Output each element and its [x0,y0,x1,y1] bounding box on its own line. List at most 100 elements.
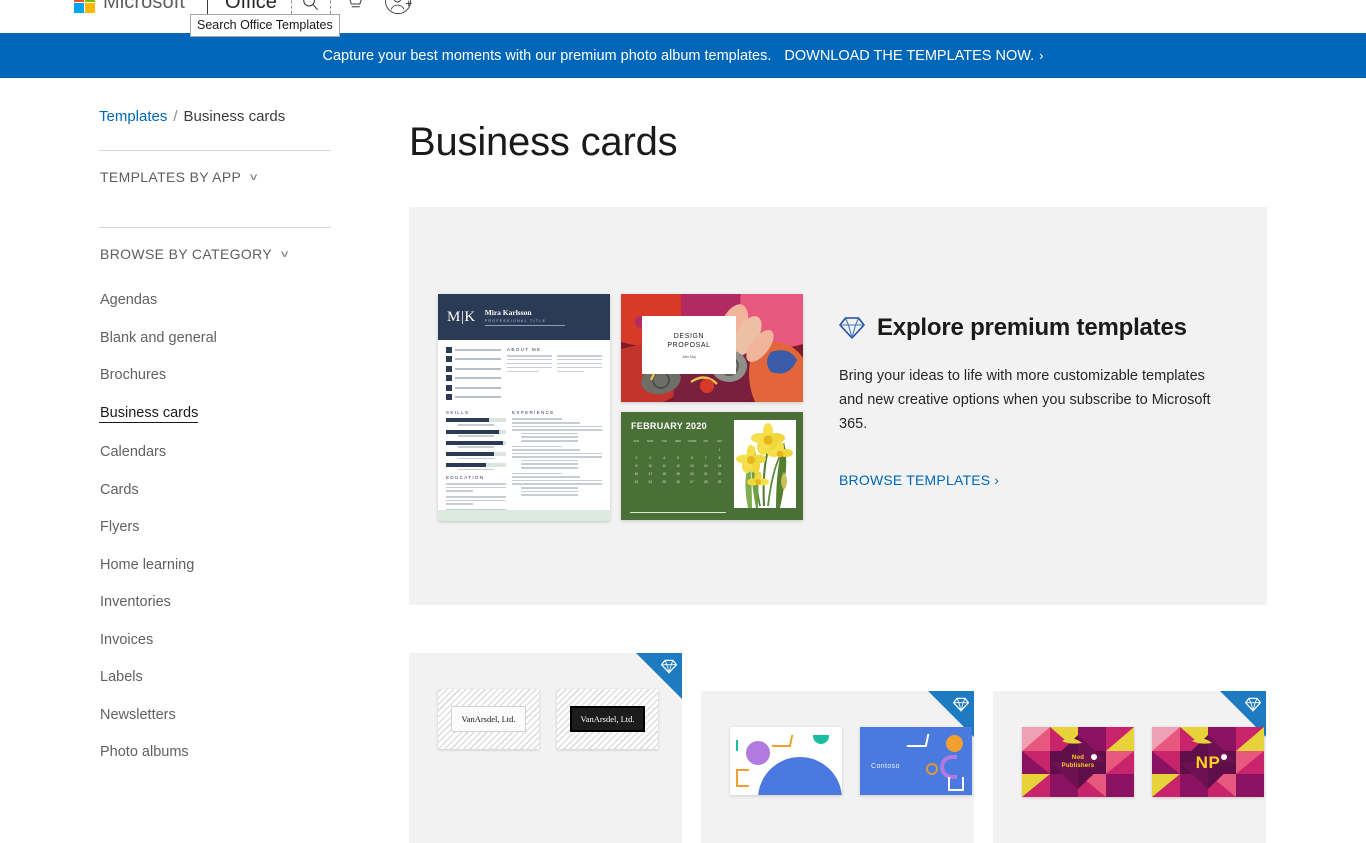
sidebar-item-blank-and-general[interactable]: Blank and general [99,330,217,346]
calendar-date-cell: 3 [649,456,652,460]
promo-banner-message: Capture your best moments with our premi… [322,47,772,64]
diamond-icon [661,659,677,674]
sidebar-item-newsletters[interactable]: Newsletters [99,707,176,723]
sidebar-section-templates-by-app[interactable]: TEMPLATES BY APP ∨ [99,151,331,202]
sidebar-section-browse-by-category-label: BROWSE BY CATEGORY [100,246,273,262]
resume-heading-experience: EXPERIENCE [512,410,555,416]
sidebar-item-agendas[interactable]: Agendas [99,292,157,308]
breadcrumb-root-link[interactable]: Templates [99,108,167,125]
header-divider [207,0,209,15]
calendar-day-label: MON [647,440,654,443]
calendar-date-cell: 28 [703,480,708,484]
office-wordmark[interactable]: Office [225,0,277,14]
resume-rule [484,325,565,326]
account-button[interactable] [379,0,419,22]
calendar-date-cell [644,448,657,452]
daffodil-illustration [734,420,796,508]
calendar-day-label: TUE [661,440,667,443]
browse-templates-label: BROWSE TEMPLATES [839,472,991,488]
breadcrumb-separator: / [173,108,178,125]
calendar-title: FEBRUARY 2020 [631,421,707,431]
business-card-dark: VanArsdel, Ltd. [557,689,658,749]
calendar-date-cell: 27 [690,480,694,484]
design-proposal-line2: PROPOSAL [667,341,711,349]
template-card-contoso[interactable]: Contoso [701,691,974,843]
calendar-date-cell: 15 [717,464,722,468]
calendar-date-cell [699,448,712,452]
resume-header: M|K Mira Karlsson PROFESSIONAL TITLE [438,294,610,340]
contoso-card-blue: Contoso [860,727,972,795]
search-tooltip: Search Office Templates [190,14,340,37]
calendar-date-cell: 29 [717,480,722,484]
sidebar-item-labels[interactable]: Labels [99,669,143,685]
category-list: Agendas Blank and general Brochures Busi… [99,279,331,760]
sidebar-item-invoices[interactable]: Invoices [99,632,153,648]
template-results-grid: VanArsdel, Ltd. VanArsdel, Ltd. Contoso … [409,653,1289,843]
page-title: Business cards [409,120,678,164]
calendar-date-cell: 6 [690,456,693,460]
premium-heading: Explore premium templates [877,314,1187,341]
calendar-day-labels: SUN MON TUE WED THURS FRI SAT [630,440,726,443]
contoso-label: Contoso [871,763,900,770]
breadcrumb-current: Business cards [183,108,286,125]
calendar-date-cell: 18 [662,472,666,476]
resume-body: ABOUT ME [438,340,610,403]
calendar-date-cell: 4 [663,456,666,460]
sidebar-item-business-cards[interactable]: Business cards [99,405,199,423]
resume-initials: M|K [447,308,476,325]
calendar-date-cell: 10 [648,464,653,468]
calendar-date-cell: 23 [634,480,639,484]
premium-thumbnail-group: M|K Mira Karlsson PROFESSIONAL TITLE ABO… [438,294,803,521]
browse-templates-link[interactable]: BROWSE TEMPLATES › [839,472,999,488]
calendar-date-cell: 22 [717,472,722,476]
template-card-nod-publishers[interactable]: Nod Publishers NP [993,691,1266,843]
calendar-date-cell: 1 [718,448,721,452]
resume-thumbnail[interactable]: M|K Mira Karlsson PROFESSIONAL TITLE ABO… [438,294,610,521]
design-proposal-thumbnail[interactable]: DESIGN PROPOSAL Alex Maj [621,294,803,402]
diamond-icon [839,317,865,339]
calendar-thumbnail[interactable]: FEBRUARY 2020 SUN MON TUE WED THURS FRI … [621,412,803,520]
nod-card-wordmark: Nod Publishers [1022,727,1134,797]
design-proposal-line1: DESIGN [673,332,705,340]
resume-about-column: ABOUT ME [501,347,602,403]
calendar-date-cell: 20 [690,472,694,476]
sidebar-item-cards[interactable]: Cards [99,482,139,498]
template-card-vanarsdel[interactable]: VanArsdel, Ltd. VanArsdel, Ltd. [409,653,682,843]
shopping-cart-icon [350,0,363,7]
sidebar-item-home-learning[interactable]: Home learning [99,557,194,573]
person-add-icon [384,0,412,15]
promo-banner-cta-label: DOWNLOAD THE TEMPLATES NOW. [784,47,1035,64]
calendar-date-cell: 13 [690,464,694,468]
premium-thumbnail-column: DESIGN PROPOSAL Alex Maj FEBRUARY 2020 S… [621,294,803,521]
sidebar-section-browse-by-category[interactable]: BROWSE BY CATEGORY ∨ [99,228,331,279]
premium-body-text: Bring your ideas to life with more custo… [839,368,1211,432]
contoso-card-white [730,727,842,795]
calendar-date-cell: 14 [703,464,708,468]
chevron-right-icon: › [994,472,1000,488]
cart-button[interactable] [335,0,375,22]
search-icon [303,0,319,10]
sidebar-item-photo-albums[interactable]: Photo albums [99,744,189,760]
sidebar-item-calendars[interactable]: Calendars [99,444,166,460]
calendar-date-cell: 26 [676,480,680,484]
sidebar-item-flyers[interactable]: Flyers [99,519,139,535]
promo-banner-cta[interactable]: DOWNLOAD THE TEMPLATES NOW. › [784,48,1043,64]
resume-heading-education: EDUCATION [446,475,485,481]
sidebar-section-templates-by-app-label: TEMPLATES BY APP [100,169,242,185]
design-proposal-author: Alex Maj [682,354,696,359]
sidebar-item-inventories[interactable]: Inventories [99,594,171,610]
resume-subtitle: PROFESSIONAL TITLE [484,319,547,323]
diamond-icon [1245,697,1261,712]
premium-promo-card: M|K Mira Karlsson PROFESSIONAL TITLE ABO… [409,207,1267,605]
breadcrumb: Templates / Business cards [99,78,331,125]
resume-heading-skills: SKILLS [446,410,470,416]
microsoft-logo[interactable]: Microsoft [74,0,185,14]
calendar-day-label: THURS [687,440,697,443]
resume-heading-about: ABOUT ME [507,347,542,352]
chevron-down-icon: ∨ [248,171,260,183]
calendar-date-cell: 17 [648,472,653,476]
nod-label-line1: Nod [1071,755,1085,761]
chevron-right-icon: › [1039,47,1044,63]
sidebar-item-brochures[interactable]: Brochures [99,367,166,383]
nod-label: Nod Publishers [1022,754,1134,771]
